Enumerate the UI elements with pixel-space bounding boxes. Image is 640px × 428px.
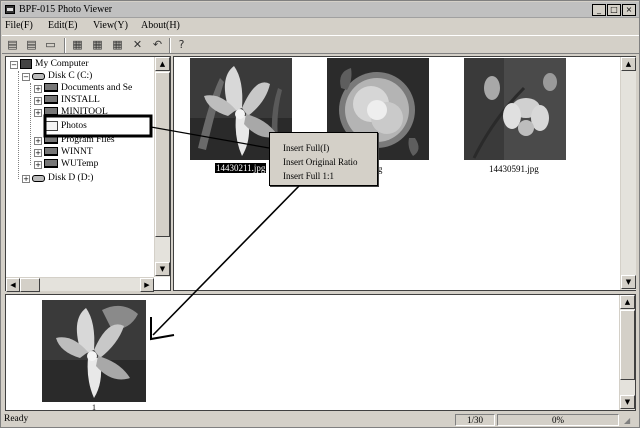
thumbnail-caption-3[interactable]: 14430591.jpg <box>489 164 539 174</box>
folder-tree[interactable]: − My Computer − Disk C (C:) + Documents and… <box>5 56 171 292</box>
expand-icon[interactable]: + <box>34 97 42 105</box>
menu-edit[interactable]: Edit(E) <box>48 20 77 31</box>
app-window: BPF-015 Photo Viewer _ □ × File(F) Edit(… <box>0 0 640 428</box>
undo-icon[interactable]: ↶ <box>150 38 165 52</box>
network-folder-icon <box>44 107 58 117</box>
film-strip-icon[interactable]: ▤ <box>5 38 20 52</box>
close-button[interactable]: × <box>622 4 636 16</box>
scroll-left-button[interactable]: ◀ <box>6 278 20 292</box>
tree-item-winnt[interactable]: + WINNT <box>34 147 93 159</box>
resize-grip-icon[interactable]: ◢ <box>624 415 636 426</box>
network-folder-icon <box>44 147 58 157</box>
disk-icon <box>32 175 45 182</box>
app-icon <box>5 5 15 14</box>
expand-icon[interactable]: + <box>34 85 42 93</box>
minimize-button[interactable]: _ <box>592 4 606 16</box>
tree-item-minitool[interactable]: + MINITOOL <box>34 107 108 119</box>
expand-icon[interactable]: + <box>34 149 42 157</box>
print-2-icon[interactable]: ▦ <box>90 38 105 52</box>
menu-insert-full[interactable]: Insert Full(I) <box>283 143 329 153</box>
scroll-down-button[interactable]: ▼ <box>155 262 170 276</box>
tree-item-install[interactable]: + INSTALL <box>34 95 100 107</box>
tree-item-label: INSTALL <box>61 95 100 105</box>
tree-item-program-files[interactable]: + Program Files <box>34 135 115 147</box>
toolbar-separator <box>169 38 171 53</box>
film-strip-3-icon[interactable]: ▭ <box>43 38 58 52</box>
progress-indicator: 0% <box>497 414 619 426</box>
tree-item-label: My Computer <box>35 59 89 69</box>
scroll-up-button[interactable]: ▲ <box>621 57 636 71</box>
menu-view[interactable]: View(Y) <box>93 20 128 31</box>
collapse-icon[interactable]: − <box>22 73 30 81</box>
menu-bar: File(F) Edit(E) View(Y) About(H) <box>2 19 639 34</box>
film-strip-2-icon[interactable]: ▤ <box>24 38 39 52</box>
tree-item-wutemp[interactable]: + WUTemp <box>34 159 98 171</box>
tree-item-label: WUTemp <box>61 159 99 169</box>
disk-icon <box>32 73 45 80</box>
preview-pane[interactable]: 1 ▲ ▼ <box>5 294 636 412</box>
tree-item-disk-d[interactable]: + Disk D (D:) <box>22 173 93 185</box>
title-bar[interactable]: BPF-015 Photo Viewer _ □ × <box>2 2 639 18</box>
network-folder-icon <box>44 159 58 169</box>
toolbar: ▤ ▤ ▭ ▦ ▦ ▦ ✕ ↶ ? <box>2 35 639 54</box>
preview-index: 1 <box>92 403 96 412</box>
menu-insert-full-1-1[interactable]: Insert Full 1:1 <box>283 171 334 181</box>
print-3-icon[interactable]: ▦ <box>110 38 125 52</box>
network-folder-icon <box>44 83 58 93</box>
scroll-down-button[interactable]: ▼ <box>621 275 636 289</box>
menu-insert-original-ratio[interactable]: Insert Original Ratio <box>283 157 357 167</box>
preview-vscroll[interactable]: ▲ ▼ <box>619 295 635 410</box>
scroll-right-button[interactable]: ▶ <box>140 278 154 292</box>
tree-item-disk-c[interactable]: − Disk C (C:) <box>22 71 92 83</box>
scroll-thumb[interactable] <box>20 278 40 292</box>
expand-icon[interactable]: + <box>34 137 42 145</box>
scroll-thumb[interactable] <box>155 72 170 237</box>
computer-icon <box>20 59 32 69</box>
help-icon[interactable]: ? <box>174 38 189 52</box>
thumbnail-caption-1[interactable]: 14430211.jpg <box>215 163 267 173</box>
tree-item-documents[interactable]: + Documents and Se <box>34 83 132 95</box>
context-menu: Insert Full(I) Insert Original Ratio Ins… <box>269 132 378 186</box>
scroll-up-button[interactable]: ▲ <box>620 295 635 309</box>
tree-item-label: Photos <box>61 121 87 131</box>
scroll-down-button[interactable]: ▼ <box>620 395 635 409</box>
toolbar-separator <box>64 38 66 53</box>
collapse-icon[interactable]: − <box>10 61 18 69</box>
tree-item-label: MINITOOL <box>61 107 108 117</box>
window-title: BPF-015 Photo Viewer <box>19 4 113 15</box>
menu-about[interactable]: About(H) <box>141 20 180 31</box>
tree-hscroll[interactable]: ◀ ▶ <box>6 277 154 292</box>
folder-icon <box>44 121 58 131</box>
network-folder-icon <box>44 95 58 105</box>
expand-icon[interactable]: + <box>34 109 42 117</box>
page-counter: 1/30 <box>455 414 495 426</box>
status-text: Ready <box>4 414 29 424</box>
thumbnail-image-3[interactable] <box>464 58 566 160</box>
tree-vscroll[interactable]: ▲ ▼ <box>154 57 170 277</box>
tree-item-label: Program Files <box>61 135 115 145</box>
delete-icon[interactable]: ✕ <box>130 38 145 52</box>
tree-connector <box>30 83 31 165</box>
tree-item-photos[interactable]: Photos <box>44 121 87 133</box>
tree-item-label: Disk C (C:) <box>48 71 93 81</box>
print-icon[interactable]: ▦ <box>70 38 85 52</box>
tree-item-my-computer[interactable]: − My Computer <box>10 59 89 71</box>
maximize-button[interactable]: □ <box>607 4 621 16</box>
thumbnail-vscroll[interactable]: ▲ ▼ <box>620 57 636 290</box>
tree-item-label: Disk D (D:) <box>48 173 94 183</box>
scroll-up-button[interactable]: ▲ <box>155 57 170 71</box>
tree-item-label: Documents and Se <box>61 83 133 93</box>
expand-icon[interactable]: + <box>34 161 42 169</box>
tree-item-label: WINNT <box>61 147 93 157</box>
network-folder-icon <box>44 135 58 145</box>
menu-file[interactable]: File(F) <box>5 20 33 31</box>
thumbnail-pane[interactable]: 14430211.jpg 11.jpg 14430591.jpg <box>173 56 636 291</box>
expand-icon[interactable]: + <box>22 175 30 183</box>
tree-connector <box>18 71 19 179</box>
scroll-thumb[interactable] <box>620 310 635 380</box>
status-bar: Ready 1/30 0% ◢ <box>2 413 639 427</box>
preview-image[interactable] <box>42 300 146 402</box>
